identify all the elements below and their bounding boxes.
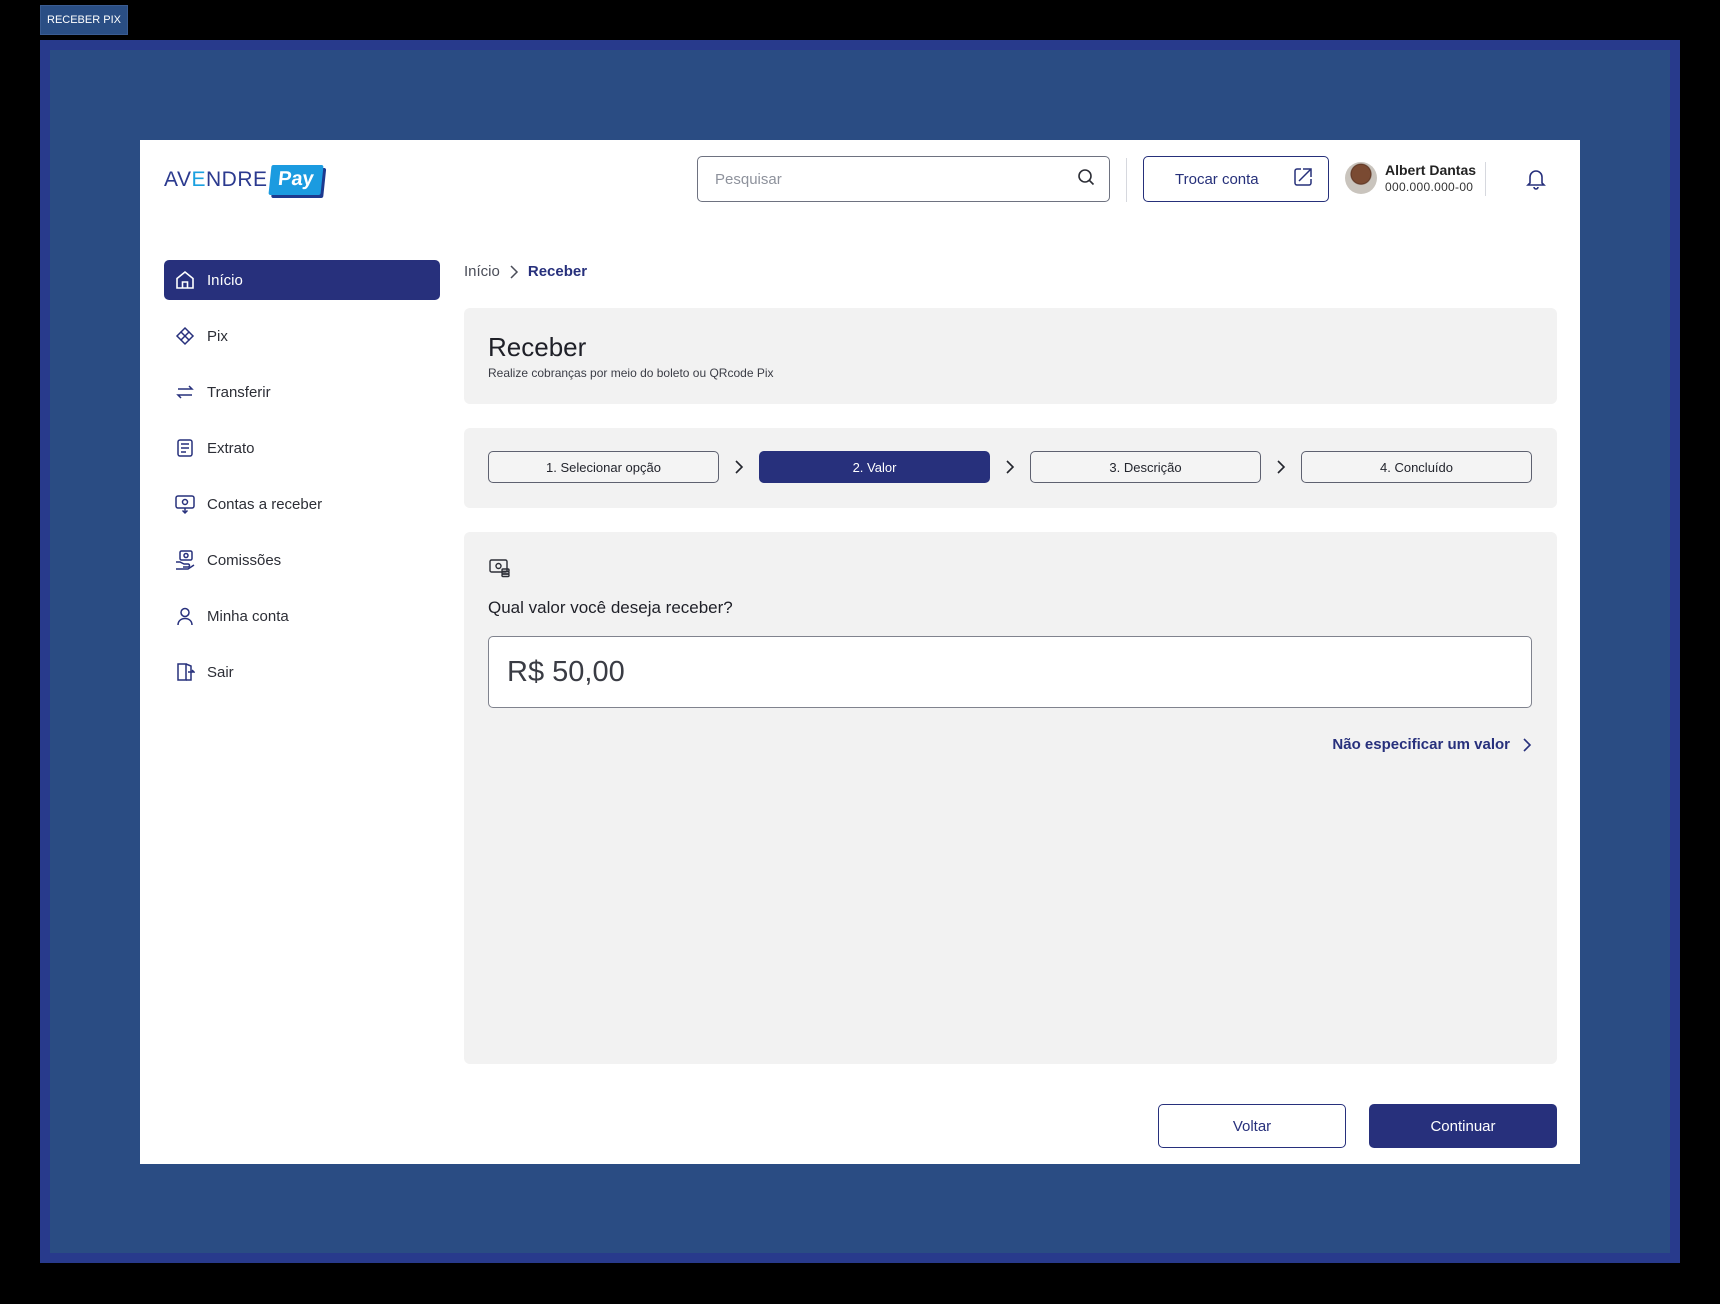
amount-field[interactable] (488, 636, 1532, 708)
chevron-right-icon (1261, 459, 1301, 475)
switch-account-label: Trocar conta (1175, 170, 1259, 188)
avatar (1345, 162, 1377, 194)
amount-input[interactable] (505, 654, 1531, 690)
sidebar-item-label: Início (207, 271, 243, 289)
sidebar-item-sair[interactable]: Sair (164, 652, 440, 692)
logout-icon (174, 661, 196, 683)
bell-icon[interactable] (1526, 168, 1546, 195)
sidebar-item-comissoes[interactable]: Comissões (164, 540, 440, 580)
breadcrumb: Início Receber (464, 263, 587, 280)
header-divider (1126, 158, 1127, 202)
money-icon (488, 556, 512, 585)
sidebar-item-contas-a-receber[interactable]: Contas a receber (164, 484, 440, 524)
sidebar-item-label: Transferir (207, 383, 271, 401)
sidebar-item-label: Contas a receber (207, 495, 323, 513)
home-icon (174, 269, 196, 291)
user-document: 000.000.000-00 (1385, 180, 1474, 194)
value-form-panel: Qual valor você deseja receber? Não espe… (464, 532, 1557, 1064)
page-header-panel: Receber Realize cobranças por meio do bo… (464, 308, 1557, 404)
sidebar-item-label: Minha conta (207, 607, 289, 625)
brand-logo[interactable]: AVENDRE Pay (164, 162, 323, 198)
sidebar-item-pix[interactable]: Pix (164, 316, 440, 356)
user-icon (174, 605, 196, 627)
receivables-icon (174, 493, 196, 515)
sidebar-item-label: Sair (207, 663, 234, 681)
breadcrumb-home[interactable]: Início (464, 263, 500, 280)
transfer-icon (174, 381, 196, 403)
frame-label: RECEBER PIX (40, 5, 128, 35)
sidebar-item-extrato[interactable]: Extrato (164, 428, 440, 468)
sidebar: Início Pix Transferir Extrato Contas a r… (164, 260, 440, 708)
switch-account-button[interactable]: Trocar conta (1143, 156, 1329, 202)
user-name: Albert Dantas (1385, 162, 1477, 178)
pix-icon (174, 325, 196, 347)
no-value-link[interactable]: Não especificar um valor (1332, 736, 1532, 753)
no-value-label: Não especificar um valor (1332, 736, 1510, 753)
header-divider-2 (1485, 162, 1486, 196)
statement-icon (174, 437, 196, 459)
external-link-icon (1292, 166, 1314, 192)
step-descricao[interactable]: 3. Descrição (1030, 451, 1261, 483)
sidebar-item-inicio[interactable]: Início (164, 260, 440, 300)
value-question: Qual valor você deseja receber? (488, 598, 733, 617)
chevron-right-icon (509, 264, 519, 279)
back-button[interactable]: Voltar (1158, 1104, 1346, 1148)
step-selecionar-opcao[interactable]: 1. Selecionar opção (488, 451, 719, 483)
page-subtitle: Realize cobranças por meio do boleto ou … (488, 366, 774, 380)
search-box[interactable] (697, 156, 1110, 202)
user-profile[interactable]: Albert Dantas 000.000.000-00 (1345, 162, 1476, 194)
sidebar-item-label: Extrato (207, 439, 255, 457)
step-concluido[interactable]: 4. Concluído (1301, 451, 1532, 483)
logo-pay-badge: Pay (267, 165, 323, 195)
chevron-right-icon (990, 459, 1030, 475)
sidebar-item-minha-conta[interactable]: Minha conta (164, 596, 440, 636)
chevron-right-icon (719, 459, 759, 475)
continue-button[interactable]: Continuar (1369, 1104, 1557, 1148)
commission-icon (174, 549, 196, 571)
sidebar-item-label: Pix (207, 327, 228, 345)
app-window: AVENDRE Pay Trocar conta Albert Dantas 0… (140, 140, 1580, 1164)
sidebar-item-label: Comissões (207, 551, 282, 569)
logo-wordmark: AVENDRE (164, 168, 268, 191)
search-icon[interactable] (1077, 168, 1095, 191)
stepper: 1. Selecionar opção 2. Valor 3. Descriçã… (488, 451, 1532, 483)
step-valor[interactable]: 2. Valor (759, 451, 990, 483)
page-title: Receber (488, 332, 587, 362)
sidebar-item-transferir[interactable]: Transferir (164, 372, 440, 412)
search-input[interactable] (713, 169, 1077, 189)
chevron-right-icon (1523, 737, 1532, 752)
stepper-panel: 1. Selecionar opção 2. Valor 3. Descriçã… (464, 428, 1557, 508)
breadcrumb-current: Receber (527, 263, 588, 280)
